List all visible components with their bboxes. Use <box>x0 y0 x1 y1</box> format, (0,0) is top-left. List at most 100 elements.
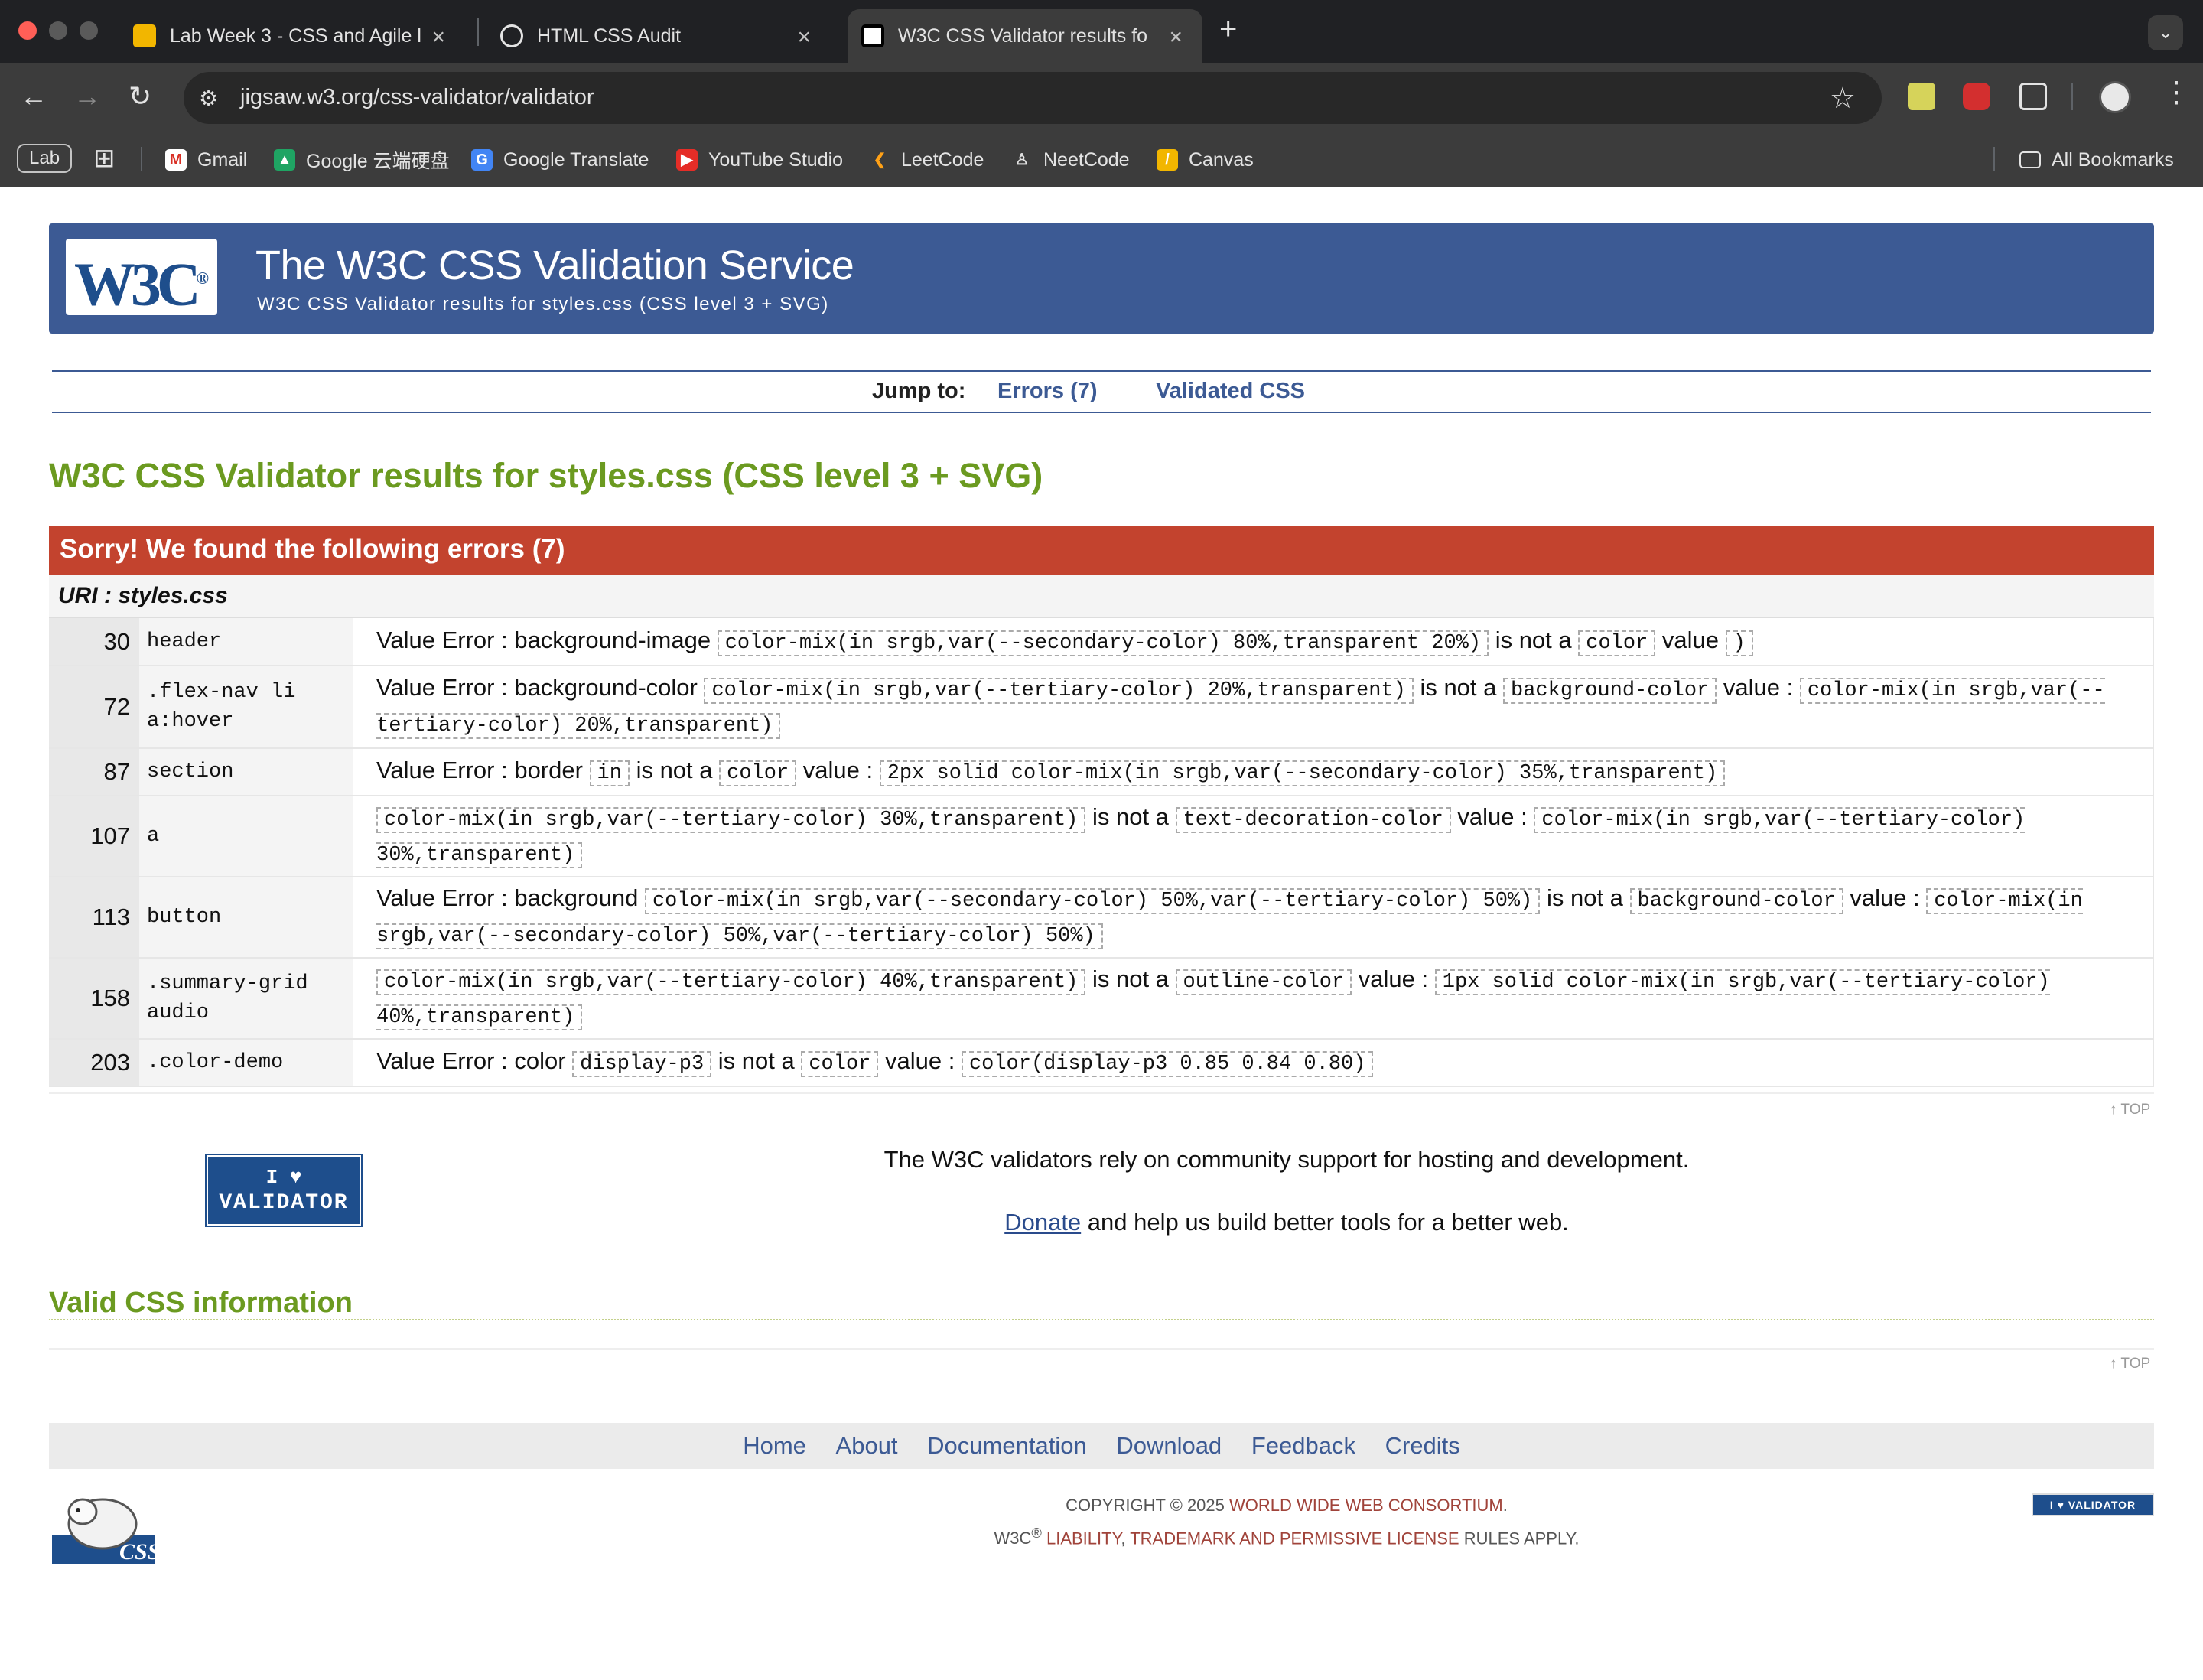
extension-youtube-icon[interactable] <box>1963 83 1990 110</box>
bookmark-label: Canvas <box>1189 148 1254 171</box>
error-line-number: 30 <box>49 618 139 666</box>
tab-w3c-validator[interactable]: W3C CSS Validator results fo × <box>848 9 1202 63</box>
error-message: Value Error : background-image color-mix… <box>353 618 2154 666</box>
all-bookmarks[interactable]: All Bookmarks <box>2019 147 2174 173</box>
tab-lab-week-3[interactable]: Lab Week 3 - CSS and Agile l × <box>121 9 465 63</box>
top-link[interactable]: ↑ TOP <box>2110 1356 2150 1372</box>
leetcode-icon: ❮ <box>873 151 887 168</box>
new-tab-button[interactable]: + <box>1219 12 1237 47</box>
chatgpt-icon <box>500 24 523 47</box>
error-text: Value Error : background-image <box>376 626 718 653</box>
footer-link-home[interactable]: Home <box>743 1432 806 1459</box>
forward-button[interactable]: → <box>73 80 101 113</box>
css-sheep-logo[interactable]: CSS <box>52 1489 155 1565</box>
tab-title: Lab Week 3 - CSS and Agile l <box>170 24 421 47</box>
bookmark-leetcode[interactable]: ❮ LeetCode <box>869 147 984 173</box>
error-selector: .flex-nav li a:hover <box>139 666 353 749</box>
error-message: color-mix(in srgb,var(--tertiary-color) … <box>353 958 2154 1040</box>
error-code-value: color(display-p3 0.85 0.84 0.80) <box>961 1051 1374 1077</box>
error-message: color-mix(in srgb,var(--tertiary-color) … <box>353 796 2154 877</box>
trademark-link[interactable]: TRADEMARK <box>1130 1529 1235 1548</box>
error-code-value: outline-color <box>1175 969 1352 995</box>
error-text: Value Error : border <box>376 757 590 783</box>
error-text: is not a <box>711 1047 802 1074</box>
error-selector: .color-demo <box>139 1039 353 1087</box>
close-tab-icon[interactable]: × <box>797 24 811 50</box>
close-window-button[interactable] <box>18 21 37 40</box>
jump-errors-link[interactable]: Errors (7) <box>997 379 1098 404</box>
error-row: 87 section Value Error : border in is not … <box>49 748 2154 796</box>
error-row: 113 button Value Error : background color-… <box>49 877 2154 959</box>
bookmark-google-drive[interactable]: ▲ Google 云端硬盘 <box>274 147 450 173</box>
license-link[interactable]: PERMISSIVE LICENSE <box>1280 1529 1459 1548</box>
i-love-validator-badge[interactable]: I ♥ VALIDATOR <box>205 1154 363 1227</box>
mini-validator-badge[interactable]: I ♥ VALIDATOR <box>2032 1493 2154 1516</box>
donate-link[interactable]: Donate <box>1004 1209 1081 1236</box>
reload-button[interactable]: ↻ <box>129 80 151 113</box>
bookmark-star-icon[interactable]: ☆ <box>1830 81 1856 116</box>
jump-to-nav: Jump to: Errors (7) Validated CSS <box>52 370 2151 413</box>
footer-link-credits[interactable]: Credits <box>1385 1432 1460 1459</box>
page-title[interactable]: The W3C CSS Validation Service <box>255 242 854 289</box>
bookmark-youtube-studio[interactable]: ▶ YouTube Studio <box>676 147 843 173</box>
more-menu-icon[interactable]: ⋮ <box>2162 75 2191 109</box>
back-button[interactable]: ← <box>20 80 47 113</box>
bookmark-neetcode[interactable]: ♙ NeetCode <box>1011 147 1130 173</box>
tab-search-button[interactable]: ⌄ <box>2148 15 2183 50</box>
site-info-icon[interactable]: ⚙ <box>199 86 218 111</box>
gmail-icon: M <box>165 149 187 171</box>
top-link[interactable]: ↑ TOP <box>2110 1102 2150 1118</box>
minimize-window-button[interactable] <box>49 21 67 40</box>
bookmark-label: All Bookmarks <box>2052 148 2174 171</box>
error-code-value: color <box>1578 630 1656 656</box>
error-text: is not a <box>1413 674 1504 701</box>
bookmark-label: LeetCode <box>901 148 984 171</box>
error-row: 203 .color-demo Value Error : color displa… <box>49 1039 2154 1087</box>
error-code-value: ) <box>1725 630 1753 656</box>
bookmarks-bar: Lab ⊞ M Gmail ▲ Google 云端硬盘 G Google Transl… <box>0 138 2203 181</box>
extensions-puzzle-icon[interactable] <box>2019 83 2047 110</box>
close-tab-icon[interactable]: × <box>1169 24 1183 50</box>
w3c-logo[interactable]: W3C® <box>66 239 217 319</box>
error-text: Value Error : color <box>376 1047 573 1074</box>
bookmark-google-translate[interactable]: G Google Translate <box>471 147 649 173</box>
bookmark-gmail[interactable]: M Gmail <box>165 147 247 173</box>
apps-grid-icon[interactable]: ⊞ <box>93 145 116 171</box>
w3c-abbr[interactable]: W3C <box>994 1529 1032 1549</box>
error-line-number: 158 <box>49 958 139 1040</box>
w3c-consortium-link[interactable]: WORLD WIDE WEB CONSORTIUM <box>1229 1496 1503 1515</box>
bookmark-group-lab[interactable]: Lab <box>17 144 73 173</box>
url-text[interactable]: jigsaw.w3.org/css-validator/validator <box>240 85 594 110</box>
error-line-number: 113 <box>49 877 139 959</box>
tab-html-css-audit[interactable]: HTML CSS Audit × <box>486 9 831 63</box>
extension-notes-icon[interactable] <box>1908 83 1935 110</box>
error-text: is not a <box>1489 626 1579 653</box>
jump-validated-css-link[interactable]: Validated CSS <box>1156 379 1305 404</box>
tab-separator <box>477 18 479 46</box>
uri-label: URI : styles.css <box>49 575 2154 618</box>
liability-link[interactable]: LIABILITY <box>1042 1529 1121 1548</box>
footer-link-documentation[interactable]: Documentation <box>927 1432 1087 1459</box>
maximize-window-button[interactable] <box>80 21 98 40</box>
bookmark-canvas[interactable]: / Canvas <box>1157 147 1254 173</box>
tab-strip: Lab Week 3 - CSS and Agile l × HTML CSS … <box>0 0 2203 63</box>
pencil-ruler-icon <box>133 24 156 47</box>
registered-mark: ® <box>196 269 210 288</box>
errors-heading: Sorry! We found the following errors (7) <box>49 526 2154 575</box>
footer-link-feedback[interactable]: Feedback <box>1251 1432 1355 1459</box>
bookmark-label: Gmail <box>197 148 248 171</box>
error-message: Value Error : border in is not a color v… <box>353 748 2154 796</box>
footer-link-about[interactable]: About <box>836 1432 898 1459</box>
donate-line: Donate and help us build better tools fo… <box>765 1209 1808 1236</box>
error-selector: header <box>139 618 353 666</box>
error-text: value : <box>1843 884 1927 911</box>
canvas-icon: / <box>1157 149 1178 171</box>
profile-avatar[interactable] <box>2099 81 2131 113</box>
address-bar[interactable]: ⚙ jigsaw.w3.org/css-validator/validator … <box>184 72 1882 124</box>
footer-link-download[interactable]: Download <box>1116 1432 1222 1459</box>
close-tab-icon[interactable]: × <box>431 24 445 50</box>
error-text: value : <box>878 1047 962 1074</box>
bookmark-separator <box>141 147 142 171</box>
error-code-value: color-mix(in srgb,var(--tertiary-color) … <box>704 678 1414 704</box>
badge-line-1: I ♥ <box>265 1166 302 1189</box>
